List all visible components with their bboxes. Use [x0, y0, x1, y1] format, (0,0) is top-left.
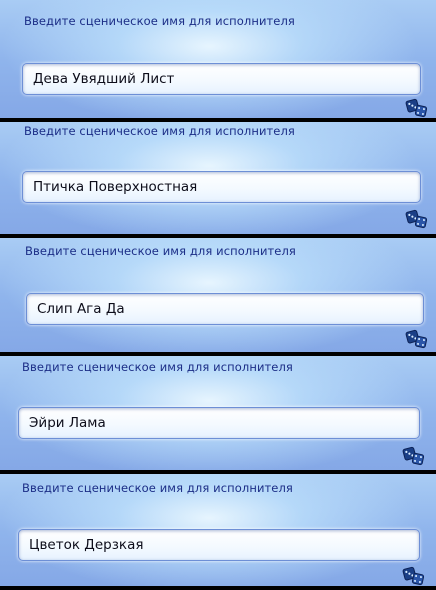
stage-name-input[interactable]: Цветок Дерзкая: [18, 529, 420, 561]
dice-icon[interactable]: [402, 445, 426, 467]
prompt-label: Введите сценическое имя для исполнителя: [22, 481, 293, 495]
dice-icon[interactable]: [405, 97, 429, 119]
stage-name-input[interactable]: Птичка Поверхностная: [22, 171, 421, 203]
name-entry-panel: Введите сценическое имя для исполнителя …: [0, 474, 436, 590]
prompt-label: Введите сценическое имя для исполнителя: [24, 14, 295, 28]
stage-name-input[interactable]: Слип Ага Да: [26, 293, 424, 325]
prompt-label: Введите сценическое имя для исполнителя: [24, 124, 295, 138]
stage-name-input[interactable]: Дева Увядший Лист: [22, 63, 421, 95]
prompt-label: Введите сценическое имя для исполнителя: [22, 360, 293, 374]
dice-icon[interactable]: [402, 565, 426, 587]
name-entry-panel: Введите сценическое имя для исполнителя …: [0, 0, 436, 122]
prompt-label: Введите сценическое имя для исполнителя: [25, 244, 296, 258]
stage-name-input[interactable]: Эйри Лама: [18, 407, 420, 439]
dice-icon[interactable]: [405, 208, 429, 230]
name-entry-panel: Введите сценическое имя для исполнителя …: [0, 122, 436, 238]
name-entry-panel: Введите сценическое имя для исполнителя …: [0, 238, 436, 356]
name-entry-panel: Введите сценическое имя для исполнителя …: [0, 356, 436, 474]
dice-icon[interactable]: [405, 328, 429, 350]
name-entry-stack: Введите сценическое имя для исполнителя …: [0, 0, 436, 590]
